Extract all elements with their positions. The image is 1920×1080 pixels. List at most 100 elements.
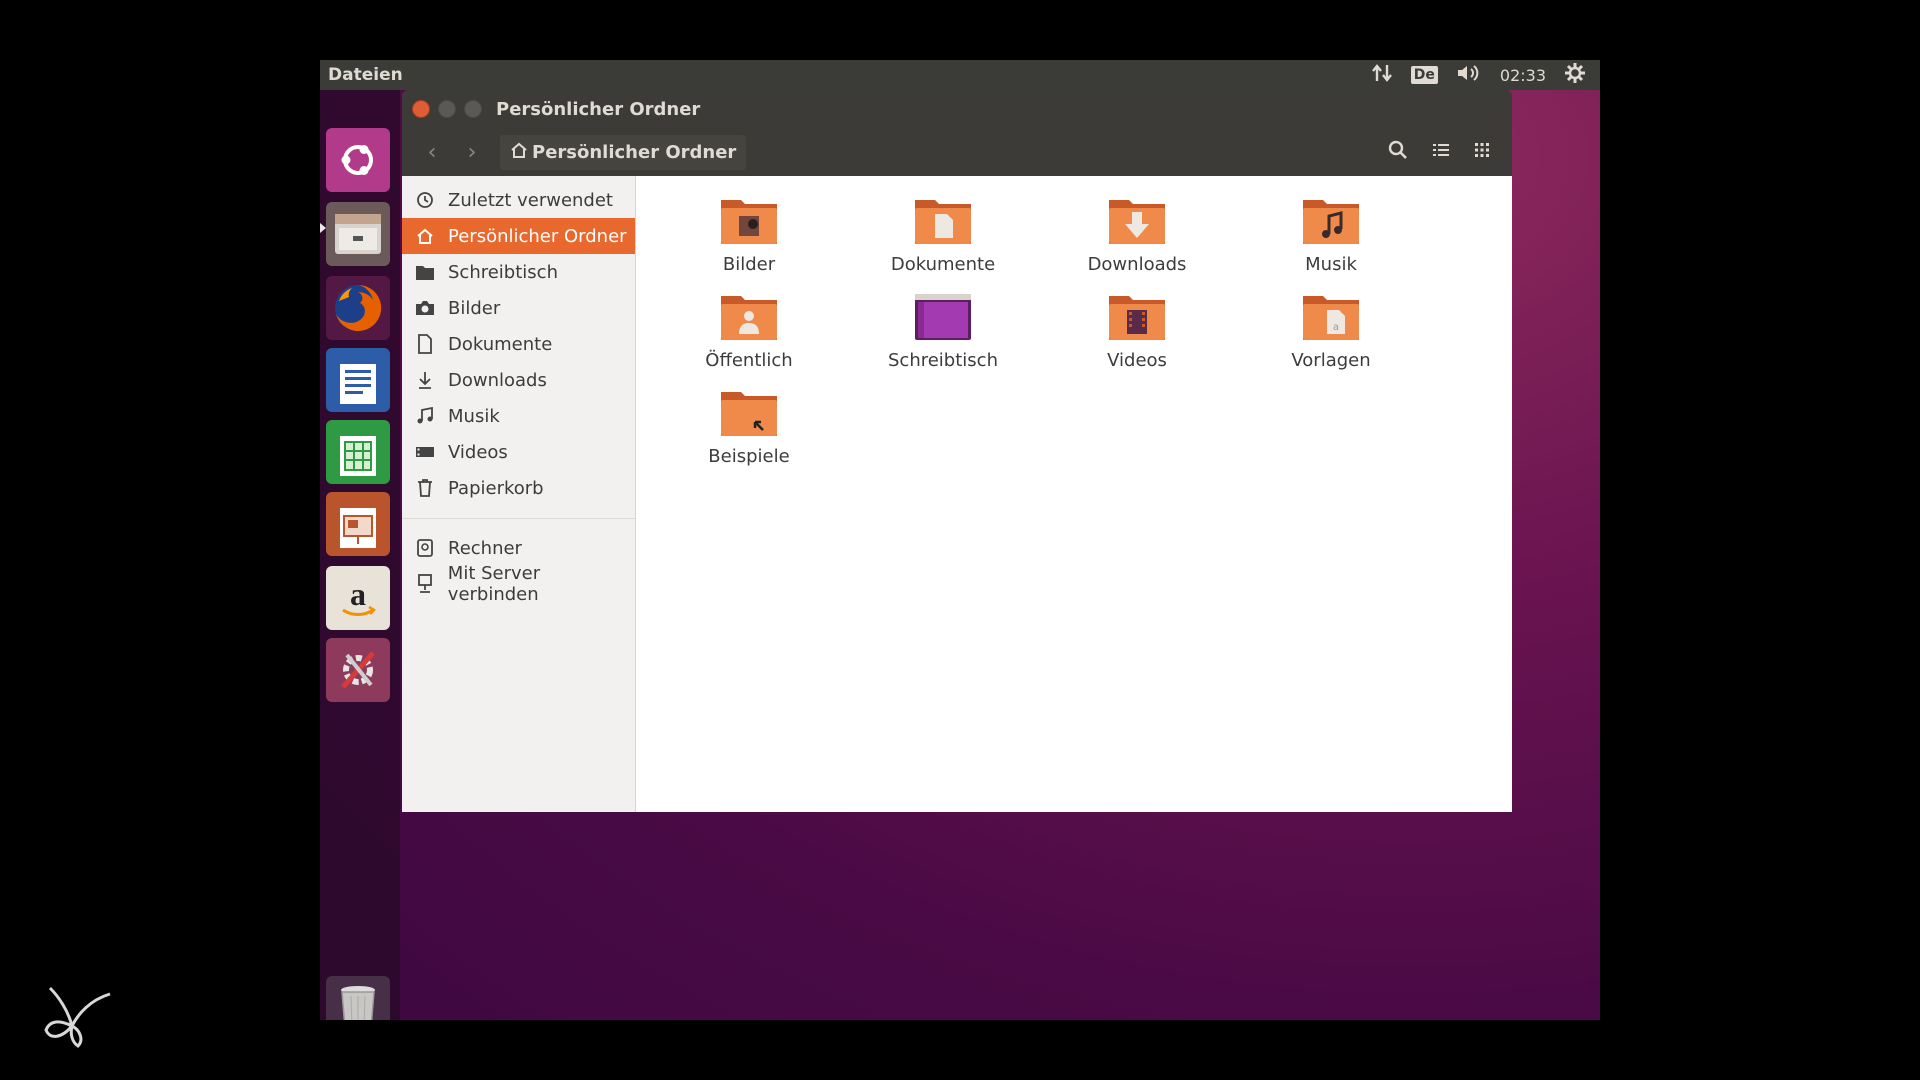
file-view: Bilder Dokumente Downloads Musik Öffentl… — [636, 176, 1512, 812]
sidebar-item-desktop[interactable]: Schreibtisch — [402, 254, 635, 290]
gear-icon[interactable] — [1564, 62, 1586, 88]
breadcrumb[interactable]: Persönlicher Ordner — [500, 134, 747, 170]
sidebar-item-home[interactable]: Persönlicher Ordner — [402, 218, 635, 254]
video-icon — [414, 444, 436, 460]
trash-icon — [414, 479, 436, 497]
folder-item-videos[interactable]: Videos — [1062, 290, 1212, 371]
home-icon — [414, 227, 436, 245]
sidebar-item-computer[interactable]: Rechner — [402, 530, 635, 566]
documents-folder-icon — [913, 200, 973, 252]
sidebar-item-recent[interactable]: Zuletzt verwendet — [402, 182, 635, 218]
drive-icon — [414, 539, 436, 557]
templates-folder-icon: a — [1301, 296, 1361, 348]
download-icon — [414, 370, 436, 390]
file-label: Vorlagen — [1291, 350, 1371, 371]
clock[interactable]: 02:33 — [1500, 66, 1546, 85]
sidebar-item-downloads[interactable]: Downloads — [402, 362, 635, 398]
list-view-icon[interactable] — [1432, 142, 1450, 162]
sidebar-item-label: Rechner — [448, 537, 522, 559]
camera-icon — [414, 299, 436, 317]
folder-item-dokumente[interactable]: Dokumente — [868, 194, 1018, 275]
sidebar-item-label: Musik — [448, 405, 500, 427]
folder-icon — [414, 263, 436, 281]
files-app-icon[interactable] — [326, 202, 390, 266]
video-watermark-logo — [40, 980, 120, 1050]
chevron-left-icon: ‹ — [427, 139, 437, 165]
grid-view-icon[interactable] — [1474, 142, 1490, 162]
volume-icon[interactable] — [1456, 63, 1482, 87]
sidebar-divider — [402, 518, 635, 519]
svg-text:a: a — [1333, 322, 1339, 333]
launcher: a — [320, 90, 400, 1020]
folder-item-musik[interactable]: Musik — [1256, 194, 1406, 275]
pictures-folder-icon — [719, 200, 779, 252]
file-label: Videos — [1107, 350, 1167, 371]
file-label: Beispiele — [708, 446, 790, 467]
libreoffice-impress-icon[interactable] — [326, 492, 390, 556]
close-button[interactable] — [412, 100, 430, 118]
document-icon — [414, 334, 436, 354]
sidebar-item-documents[interactable]: Dokumente — [402, 326, 635, 362]
sidebar-item-label: Papierkorb — [448, 477, 544, 499]
active-app-name: Dateien — [328, 65, 403, 85]
trash-icon[interactable] — [326, 976, 390, 1020]
minimize-button[interactable] — [438, 100, 456, 118]
places-sidebar: Zuletzt verwendet Persönlicher Ordner Sc… — [402, 176, 636, 812]
sidebar-item-label: Mit Server verbinden — [447, 563, 541, 605]
file-label: Dokumente — [890, 254, 996, 275]
folder-item-oeffentlich[interactable]: Öffentlich — [674, 290, 824, 371]
folder-item-schreibtisch[interactable]: Schreibtisch — [868, 290, 1018, 371]
back-button[interactable]: ‹ — [412, 140, 452, 165]
file-label: Musik — [1305, 254, 1357, 275]
libreoffice-calc-icon[interactable] — [326, 420, 390, 484]
desktop-folder-icon — [913, 294, 973, 348]
desktop: Dateien De 02:33 a Persönlicher Ordner ‹… — [320, 60, 1600, 1020]
file-label: Bilder — [722, 254, 776, 275]
file-manager-window: Persönlicher Ordner ‹ › Persönlicher Ord… — [402, 90, 1512, 812]
sidebar-item-trash[interactable]: Papierkorb — [402, 470, 635, 506]
window-title: Persönlicher Ordner — [496, 98, 701, 120]
file-label: Downloads — [1087, 254, 1187, 275]
sidebar-item-label: Bilder — [448, 297, 501, 319]
libreoffice-writer-icon[interactable] — [326, 348, 390, 412]
ubuntu-dash-icon[interactable] — [326, 128, 390, 192]
music-icon — [414, 407, 436, 425]
svg-text:a: a — [350, 576, 366, 612]
sidebar-item-label: Downloads — [448, 369, 547, 391]
sidebar-item-music[interactable]: Musik — [402, 398, 635, 434]
network-server-icon — [414, 574, 436, 594]
maximize-button[interactable] — [464, 100, 482, 118]
sidebar-item-label: Persönlicher Ordner — [448, 225, 627, 247]
folder-item-bilder[interactable]: Bilder — [674, 194, 824, 275]
sidebar-item-connect-server[interactable]: Mit Server verbinden — [402, 563, 635, 605]
forward-button[interactable]: › — [452, 140, 492, 165]
system-settings-icon[interactable] — [326, 638, 390, 702]
keyboard-layout-indicator[interactable]: De — [1410, 66, 1438, 84]
file-label: Schreibtisch — [888, 350, 998, 371]
sidebar-item-label: Videos — [448, 441, 508, 463]
chevron-right-icon: › — [467, 139, 477, 165]
sidebar-item-label: Zuletzt verwendet — [448, 189, 613, 211]
music-folder-icon — [1301, 200, 1361, 252]
clock-icon — [414, 191, 436, 209]
firefox-icon[interactable] — [326, 276, 390, 340]
file-label: Öffentlich — [705, 350, 793, 371]
sidebar-item-label: Schreibtisch — [448, 261, 558, 283]
home-icon — [510, 141, 528, 164]
folder-item-vorlagen[interactable]: a Vorlagen — [1256, 290, 1406, 371]
toolbar: ‹ › Persönlicher Ordner — [402, 128, 1512, 176]
window-titlebar: Persönlicher Ordner — [402, 90, 1512, 128]
public-folder-icon — [719, 296, 779, 348]
videos-folder-icon — [1107, 296, 1167, 348]
search-icon[interactable] — [1388, 140, 1408, 164]
folder-item-downloads[interactable]: Downloads — [1062, 194, 1212, 275]
breadcrumb-label: Persönlicher Ordner — [532, 141, 737, 163]
sidebar-item-pictures[interactable]: Bilder — [402, 290, 635, 326]
sidebar-item-videos[interactable]: Videos — [402, 434, 635, 470]
indicators: De 02:33 — [1371, 62, 1586, 88]
network-icon[interactable] — [1371, 63, 1393, 87]
examples-folder-icon — [719, 392, 779, 444]
amazon-icon[interactable]: a — [326, 566, 390, 630]
top-panel: Dateien De 02:33 — [320, 60, 1600, 90]
folder-item-beispiele[interactable]: Beispiele — [674, 386, 824, 467]
